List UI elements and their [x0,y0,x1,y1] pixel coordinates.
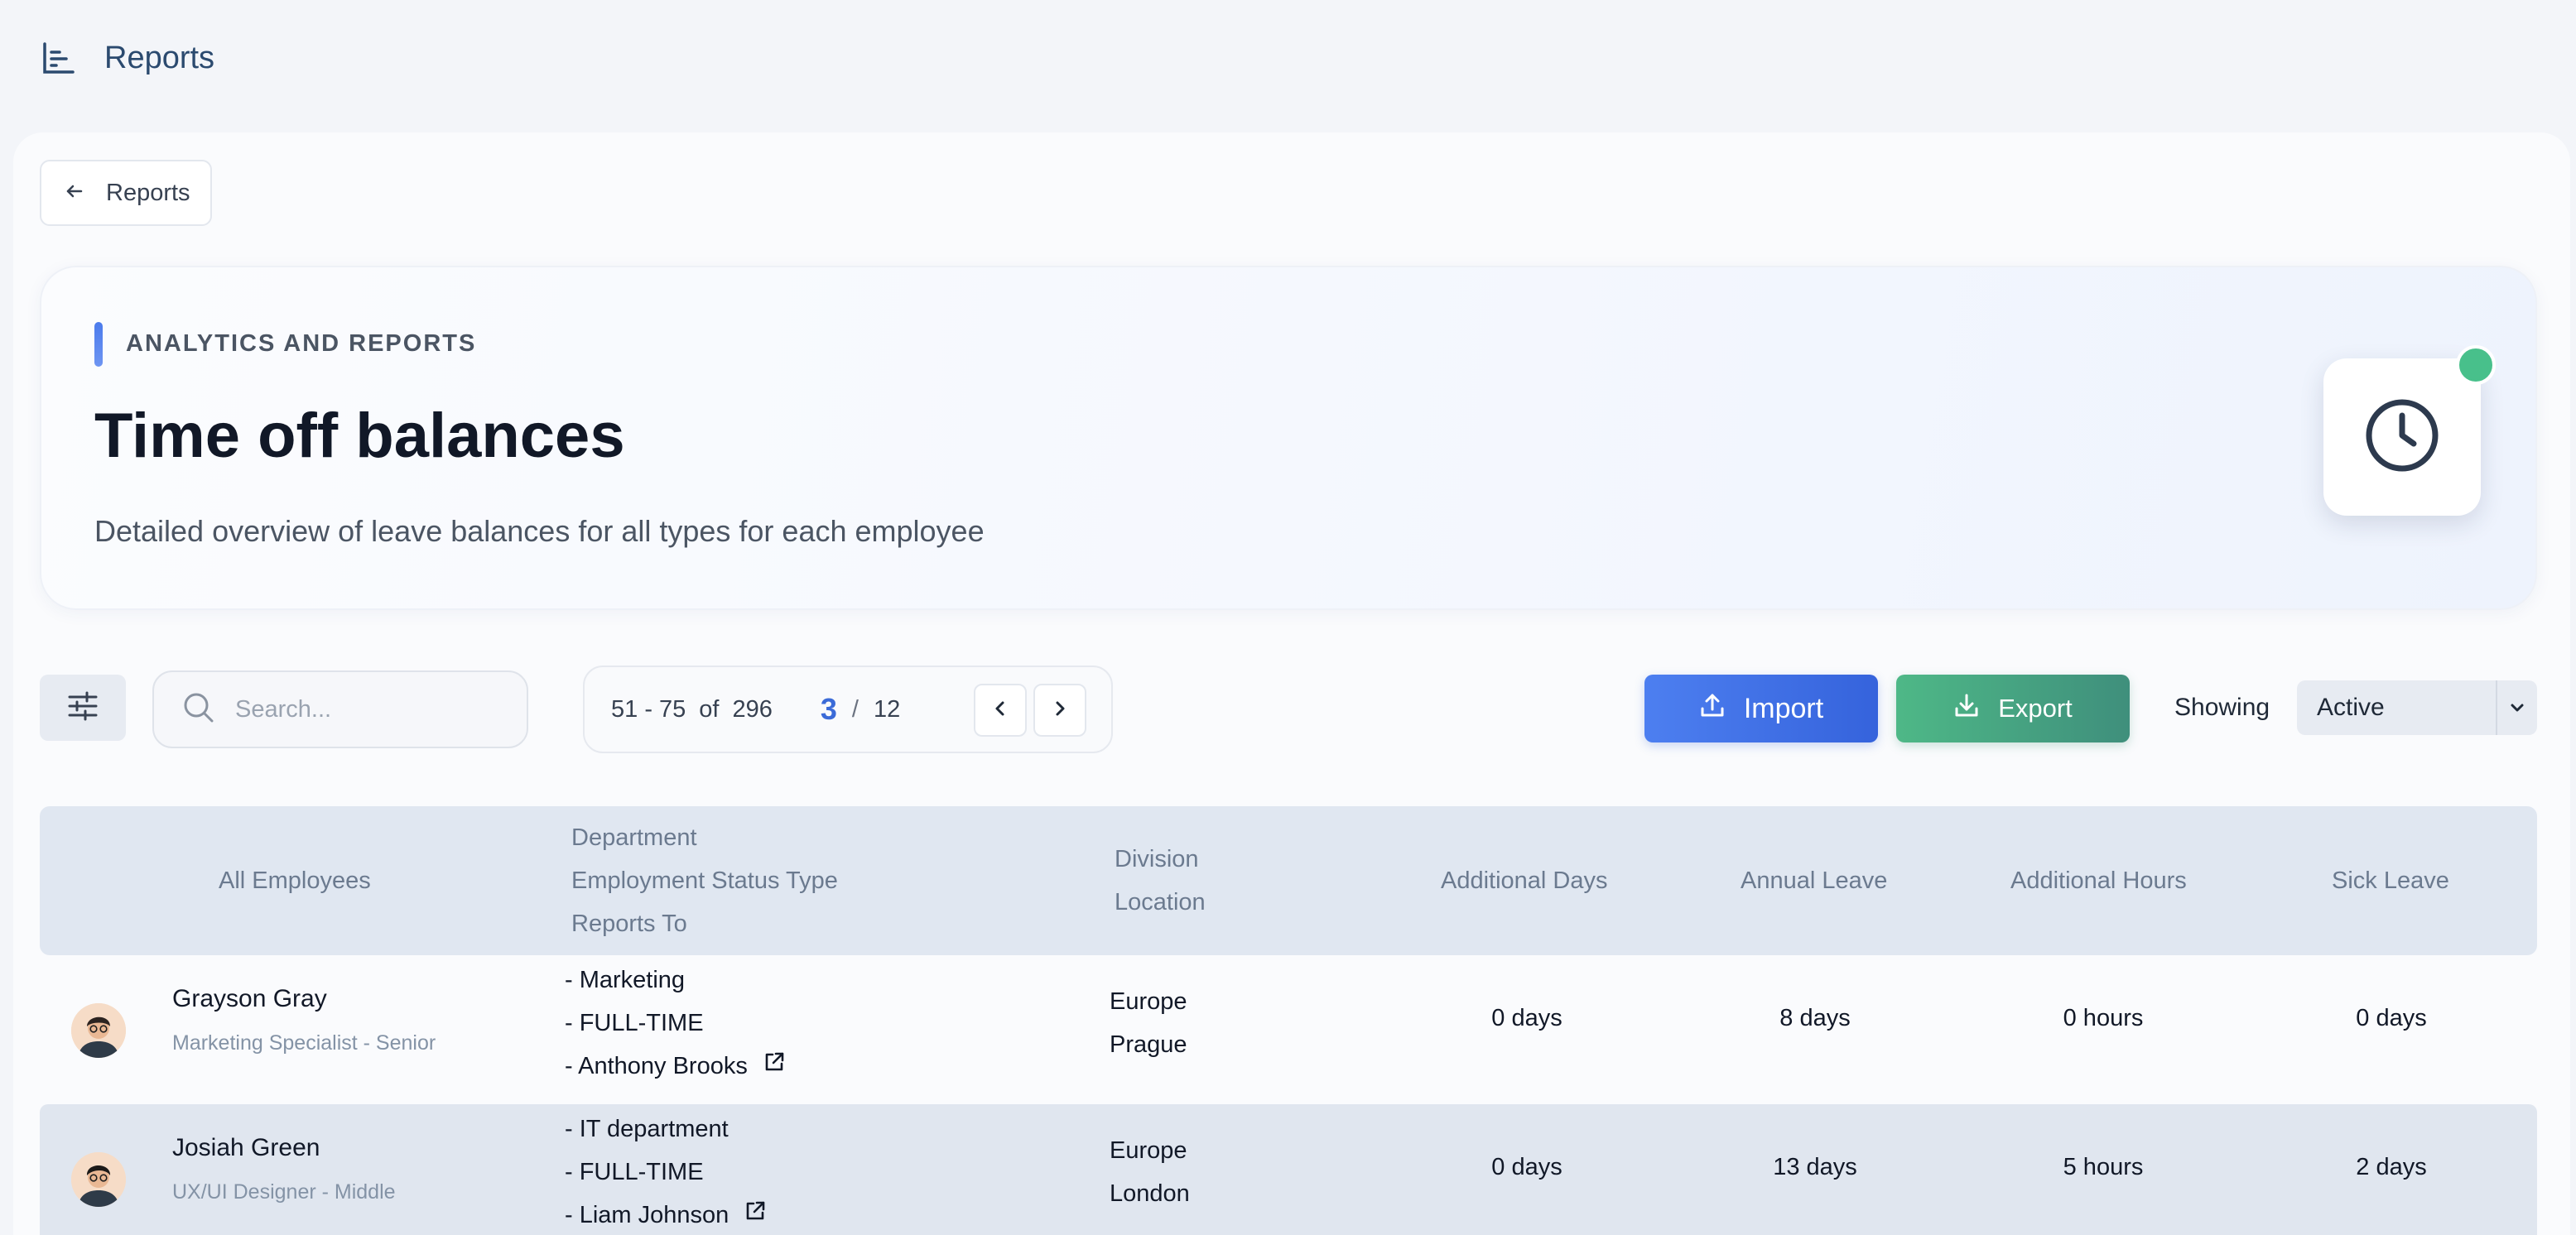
header-employment-status[interactable]: Employment Status Type [571,867,838,895]
current-page[interactable]: 3 [821,692,837,727]
employment-status-value: - FULL-TIME [565,1159,704,1185]
download-icon [1953,692,1980,725]
department-value: - Marketing [565,967,686,993]
location-value: Prague [1110,1031,1187,1058]
division-value: Europe [1110,988,1187,1015]
employee-name[interactable]: Grayson Gray [172,985,327,1013]
sliders-icon [67,690,99,726]
table-toolbar: 51 - 75 of 296 3 / 12 Import [40,662,2537,762]
header-additional-hours[interactable]: Additional Hours [2010,867,2187,895]
report-hero-card: ANALYTICS AND REPORTS Time off balances … [40,266,2537,610]
division-value: Europe [1110,1137,1187,1164]
header-sick-leave[interactable]: Sick Leave [2332,867,2449,895]
employment-status-value: - FULL-TIME [565,1010,704,1036]
avatar [71,1152,126,1207]
status-dot [2456,345,2496,385]
accent-bar [94,322,103,367]
export-label: Export [1998,694,2073,723]
clock-icon [2362,396,2442,479]
import-button[interactable]: Import [1644,675,1878,742]
table-header: All Employees Department Employment Stat… [40,806,2537,955]
header-annual-leave[interactable]: Annual Leave [1741,867,1887,895]
prev-page-button[interactable] [974,684,1027,737]
arrow-left-icon [65,181,84,205]
header-reports-to[interactable]: Reports To [571,911,687,938]
employee-name[interactable]: Josiah Green [172,1134,320,1162]
filter-button[interactable] [40,675,126,741]
division-cell: Europe London [1110,1129,1190,1215]
additional-days-value: 0 days [1491,1005,1562,1031]
header-employees[interactable]: All Employees [219,867,371,895]
employee-role: Marketing Specialist - Senior [172,1031,436,1055]
report-description: Detailed overview of leave balances for … [94,514,985,548]
header-location[interactable]: Location [1115,889,1206,916]
annual-leave-value: 13 days [1773,1154,1857,1180]
top-bar: Reports [0,0,2576,132]
additional-hours-value: 0 hours [2063,1005,2144,1031]
external-link-icon[interactable] [744,1194,767,1235]
chevron-left-icon [991,699,1009,722]
search-icon [182,691,215,728]
header-additional-days[interactable]: Additional Days [1441,867,1608,895]
reports-to-value[interactable]: - Liam Johnson [565,1194,729,1235]
bar-chart-icon [40,39,78,77]
pager-of: of [699,695,720,723]
employee-role: UX/UI Designer - Middle [172,1180,396,1204]
pager-range: 51 - 75 [611,695,686,723]
sick-leave-value: 2 days [2356,1154,2427,1180]
report-title: Time off balances [94,401,625,471]
reports-to-value[interactable]: - Anthony Brooks [565,1045,748,1088]
division-cell: Europe Prague [1110,980,1187,1066]
avatar [71,1003,126,1058]
department-value: - IT department [565,1116,729,1142]
department-cell: - IT department - FULL-TIME - Liam Johns… [565,1108,767,1235]
annual-leave-value: 8 days [1779,1005,1851,1031]
pagination: 51 - 75 of 296 3 / 12 [583,666,1113,753]
back-to-reports-button[interactable]: Reports [40,160,212,226]
showing-label: Showing [2174,694,2270,721]
balances-table: All Employees Department Employment Stat… [40,806,2537,1235]
location-value: London [1110,1180,1190,1207]
department-cell: - Marketing - FULL-TIME - Anthony Brooks [565,959,786,1088]
table-row[interactable]: Grayson Gray Marketing Specialist - Seni… [40,955,2537,1104]
status-select-value: Active [2317,694,2385,721]
additional-days-value: 0 days [1491,1154,1562,1180]
next-page-button[interactable] [1033,684,1086,737]
sick-leave-value: 0 days [2356,1005,2427,1031]
page-count: 12 [873,695,901,723]
table-row[interactable]: Josiah Green UX/UI Designer - Middle - I… [40,1104,2537,1235]
import-label: Import [1743,692,1824,724]
back-button-label: Reports [106,179,190,206]
pager-total: 296 [732,695,773,723]
report-icon-card [2323,358,2481,516]
search-box [152,670,528,748]
pager-separator: / [851,695,859,723]
chevron-right-icon [1051,699,1069,722]
upload-icon [1699,692,1726,726]
header-division[interactable]: Division [1115,846,1199,873]
search-input[interactable] [235,695,484,723]
external-link-icon[interactable] [763,1045,786,1088]
header-department[interactable]: Department [571,824,697,852]
hero-eyebrow: ANALYTICS AND REPORTS [126,330,477,357]
page-title: Reports [104,40,215,75]
chevron-down-icon[interactable] [2496,680,2537,735]
additional-hours-value: 5 hours [2063,1154,2144,1180]
export-button[interactable]: Export [1896,675,2130,742]
status-select[interactable]: Active [2297,680,2537,735]
